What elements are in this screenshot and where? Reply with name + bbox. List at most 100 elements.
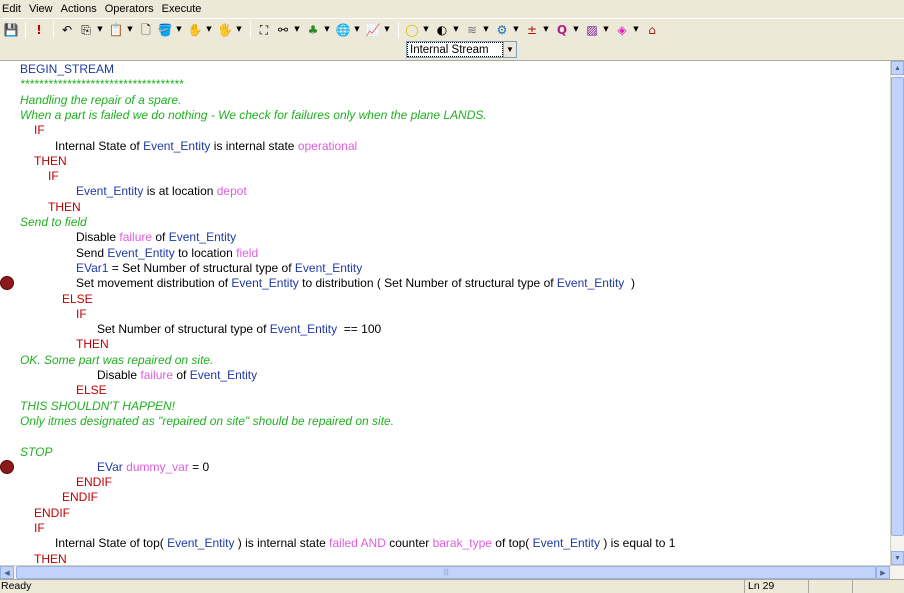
code-line[interactable]: ENDIF: [16, 506, 70, 521]
gear-icon[interactable]: ⚙: [493, 21, 511, 39]
tree-icon[interactable]: ♣: [304, 21, 322, 39]
code-line[interactable]: ENDIF: [16, 490, 98, 505]
chevron-down-icon[interactable]: ▼: [175, 21, 183, 39]
chevron-down-icon[interactable]: ▼: [422, 21, 430, 39]
code-line[interactable]: EVar1 = Set Number of structural type of…: [16, 261, 362, 276]
code-line[interactable]: Disable failure of Event_Entity: [16, 230, 236, 245]
code-line[interactable]: IF: [16, 123, 45, 138]
chevron-down-icon[interactable]: ▼: [205, 21, 213, 39]
code-line[interactable]: ***********************************: [16, 77, 183, 92]
chevron-down-icon[interactable]: ▼: [602, 21, 610, 39]
code-line[interactable]: EVar dummy_var = 0: [16, 460, 209, 475]
code-line[interactable]: Handling the repair of a spare.: [16, 93, 181, 108]
identifier: Event_Entity: [168, 230, 237, 245]
identifier: Event_Entity: [143, 138, 211, 153]
house-icon[interactable]: ⌂: [643, 21, 661, 39]
paste-icon[interactable]: 📋: [107, 21, 125, 39]
code-line[interactable]: THEN: [16, 337, 109, 352]
horizontal-scrollbar[interactable]: ◀ ||| ▶: [0, 565, 904, 579]
code-text: counter: [385, 536, 433, 551]
code-line[interactable]: IF: [16, 169, 59, 184]
menu-edit[interactable]: Edit: [2, 3, 27, 15]
breakpoint-gutter[interactable]: [0, 61, 16, 566]
identifier: EVar: [97, 459, 123, 474]
chevron-down-icon[interactable]: ▼: [512, 21, 520, 39]
new-document-icon[interactable]: 🗋: [137, 21, 155, 39]
code-line[interactable]: ENDIF: [16, 475, 112, 490]
code-line[interactable]: ELSE: [16, 292, 93, 307]
menu-view[interactable]: View: [29, 3, 59, 15]
code-line[interactable]: THEN: [16, 552, 67, 566]
chevron-down-icon[interactable]: ▼: [572, 21, 580, 39]
code-line[interactable]: Set movement distribution of Event_Entit…: [16, 276, 635, 291]
chart-icon[interactable]: 📈: [364, 21, 382, 39]
menu-actions[interactable]: Actions: [61, 3, 103, 15]
bucket-icon[interactable]: 🪣: [156, 21, 174, 39]
chevron-down-icon[interactable]: ▼: [96, 21, 104, 39]
scroll-right-icon[interactable]: ▶: [876, 566, 890, 579]
code-line[interactable]: THIS SHOULDN'T HAPPEN!: [16, 399, 175, 414]
chevron-down-icon[interactable]: ▼: [482, 21, 490, 39]
stop-hand-icon[interactable]: 🖐: [216, 21, 234, 39]
circle-black-icon[interactable]: ◐: [433, 21, 451, 39]
chevron-down-icon[interactable]: ▼: [452, 21, 460, 39]
wave-icon[interactable]: ≋: [463, 21, 481, 39]
code-line[interactable]: IF: [16, 521, 45, 536]
menu-operators[interactable]: Operators: [105, 3, 160, 15]
graph-icon[interactable]: ▨: [583, 21, 601, 39]
stream-select[interactable]: Internal Stream ▼: [406, 41, 517, 58]
code-line[interactable]: Only itmes designated as "repaired on si…: [16, 414, 394, 429]
code-line[interactable]: Set Number of structural type of Event_E…: [16, 322, 381, 337]
code-area[interactable]: BEGIN_STREAM ****************************…: [16, 61, 890, 566]
code-line[interactable]: STOP: [16, 445, 52, 460]
code-line[interactable]: OK. Some part was repaired on site.: [16, 353, 213, 368]
vertical-scrollbar[interactable]: ▲ ▼: [890, 61, 904, 566]
chevron-down-icon[interactable]: ▼: [383, 21, 391, 39]
chevron-down-icon[interactable]: ▼: [353, 21, 361, 39]
code-line[interactable]: Send to field: [16, 215, 87, 230]
exclamation-icon[interactable]: !: [30, 21, 48, 39]
chevron-down-icon[interactable]: ▼: [323, 21, 331, 39]
cube-icon[interactable]: ◈: [613, 21, 631, 39]
hand-icon[interactable]: ✋: [186, 21, 204, 39]
scroll-down-icon[interactable]: ▼: [891, 551, 904, 565]
q-icon[interactable]: Q: [553, 21, 571, 39]
circle-yellow-icon[interactable]: ◯: [403, 21, 421, 39]
chevron-down-icon[interactable]: ▼: [126, 21, 134, 39]
code-editor[interactable]: BEGIN_STREAM ****************************…: [0, 60, 904, 566]
keyword: ENDIF: [62, 490, 98, 505]
breakpoint-icon[interactable]: [0, 459, 14, 474]
code-text: ) is internal state: [234, 536, 330, 551]
network-icon[interactable]: ⛶: [255, 21, 273, 39]
chevron-down-icon[interactable]: ▼: [293, 21, 301, 39]
literal: AND: [360, 536, 386, 551]
code-line[interactable]: BEGIN_STREAM: [16, 62, 114, 77]
chevron-down-icon[interactable]: ▼: [235, 21, 243, 39]
scroll-left-icon[interactable]: ◀: [0, 566, 14, 579]
code-line[interactable]: THEN: [16, 154, 67, 169]
code-line[interactable]: [16, 429, 20, 444]
code-line[interactable]: Event_Entity is at location depot: [16, 184, 247, 199]
code-line[interactable]: Disable failure of Event_Entity: [16, 368, 257, 383]
code-line[interactable]: Internal State of top( Event_Entity ) is…: [16, 536, 675, 551]
save-icon[interactable]: 💾: [2, 21, 20, 39]
menu-execute[interactable]: Execute: [162, 3, 208, 15]
chevron-down-icon[interactable]: ▼: [632, 21, 640, 39]
hierarchy-icon[interactable]: ⚯: [274, 21, 292, 39]
code-line[interactable]: ELSE: [16, 383, 107, 398]
code-line[interactable]: When a part is failed we do nothing - We…: [16, 108, 487, 123]
operators-icon[interactable]: ±: [523, 21, 541, 39]
copy-icon[interactable]: ⎘: [77, 21, 95, 39]
code-line[interactable]: IF: [16, 307, 87, 322]
chevron-down-icon[interactable]: ▼: [503, 42, 516, 57]
vertical-scroll-thumb[interactable]: [891, 77, 904, 536]
undo-icon[interactable]: ↶: [58, 21, 76, 39]
code-line[interactable]: Send Event_Entity to location field: [16, 246, 258, 261]
scroll-up-icon[interactable]: ▲: [891, 61, 904, 75]
code-line[interactable]: THEN: [16, 200, 81, 215]
globe-icon[interactable]: 🌐: [334, 21, 352, 39]
breakpoint-icon[interactable]: [0, 276, 14, 291]
chevron-down-icon[interactable]: ▼: [542, 21, 550, 39]
code-line[interactable]: Internal State of Event_Entity is intern…: [16, 139, 357, 154]
horizontal-scroll-thumb[interactable]: |||: [16, 566, 876, 579]
